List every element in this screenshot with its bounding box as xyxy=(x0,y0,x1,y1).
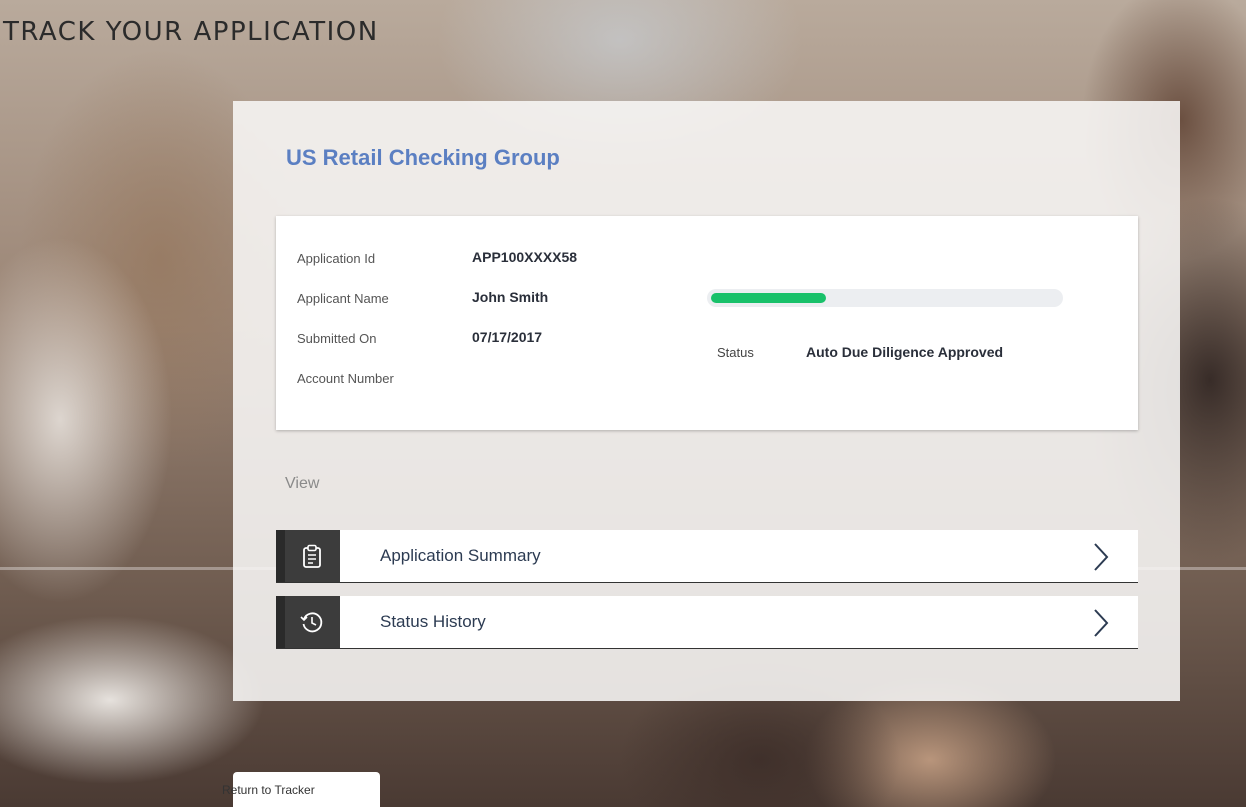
return-to-tracker-link[interactable]: Return to Tracker xyxy=(222,772,380,807)
submitted-on-label: Submitted On xyxy=(297,331,377,346)
application-summary-link[interactable]: Application Summary xyxy=(276,530,1138,583)
return-to-tracker-label: Return to Tracker xyxy=(222,783,315,797)
application-panel: US Retail Checking Group Application Id … xyxy=(233,101,1180,701)
chevron-right-icon xyxy=(1094,609,1109,637)
history-clock-icon xyxy=(300,612,323,633)
row-icon-box xyxy=(276,596,340,648)
application-summary-label: Application Summary xyxy=(380,546,541,565)
view-heading: View xyxy=(285,475,320,492)
applicant-name-label: Applicant Name xyxy=(297,291,389,306)
page-title: TRACK YOUR APPLICATION xyxy=(3,17,379,47)
submitted-on-value: 07/17/2017 xyxy=(472,329,543,345)
row-icon-box xyxy=(276,530,340,582)
chevron-right-icon xyxy=(1094,543,1109,571)
application-details-card: Application Id APP100XXXX58 Applicant Na… xyxy=(276,216,1138,430)
status-history-label: Status History xyxy=(380,612,486,631)
status-history-link[interactable]: Status History xyxy=(276,596,1138,649)
product-title: US Retail Checking Group xyxy=(286,145,560,170)
clipboard-icon xyxy=(303,544,321,568)
status-value: Auto Due Diligence Approved xyxy=(806,344,1004,360)
application-id-value: APP100XXXX58 xyxy=(472,249,578,265)
application-progress-bar xyxy=(707,289,1063,307)
applicant-name-value: John Smith xyxy=(472,289,549,305)
progress-fill xyxy=(711,293,826,303)
account-number-label: Account Number xyxy=(297,371,394,386)
status-label: Status xyxy=(717,345,754,360)
application-id-label: Application Id xyxy=(297,251,376,266)
